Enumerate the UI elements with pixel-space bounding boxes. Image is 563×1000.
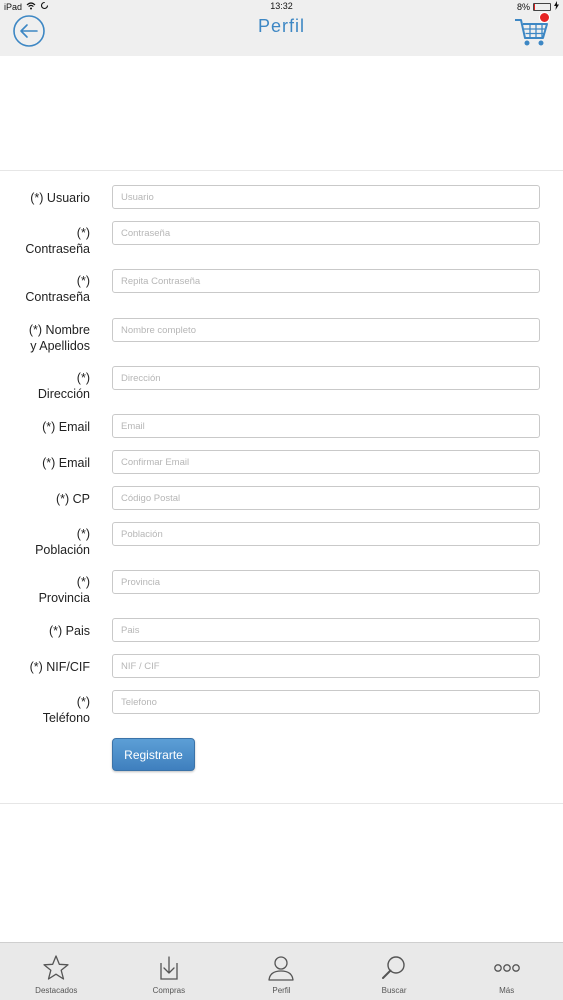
battery-icon — [533, 2, 551, 11]
status-bar: iPad 13:32 8% — [0, 0, 563, 14]
page-title: Perfil — [257, 16, 305, 36]
tab-label: Buscar — [381, 986, 407, 995]
poblacion-input[interactable] — [112, 522, 540, 546]
provincia-input[interactable] — [112, 570, 540, 594]
email-label: (*) Email — [42, 420, 90, 434]
confirmar-email-label: (*) Email — [42, 456, 90, 470]
navigation-bar: Perfil — [0, 12, 563, 56]
poblacion-label: (*) Población — [35, 527, 90, 557]
direccion-label: (*) Dirección — [37, 371, 90, 401]
register-button[interactable]: Registrarte — [112, 738, 195, 771]
star-icon — [43, 955, 69, 980]
email-input[interactable] — [112, 414, 540, 438]
nif-cif-input[interactable] — [112, 654, 540, 678]
codigo-postal-label: (*) CP — [55, 492, 90, 506]
telefono-label: (*) Teléfono — [42, 695, 90, 725]
tab-label: Más — [499, 986, 515, 995]
repetir-contrasena-label: (*) Contraseña — [25, 274, 90, 304]
divider — [0, 170, 563, 171]
tab-label: Destacados — [35, 986, 78, 995]
charging-icon — [554, 1, 559, 12]
tab-perfil[interactable]: Perfil — [225, 943, 338, 1000]
nombre-apellidos-label: (*) Nombre y Apellidos — [28, 323, 90, 353]
tab-mas[interactable]: Más — [450, 943, 563, 1000]
tab-destacados[interactable]: Destacados — [0, 943, 113, 1000]
cart-button[interactable] — [513, 12, 551, 48]
direccion-input[interactable] — [112, 366, 540, 390]
more-dots-icon — [493, 964, 520, 972]
person-icon — [268, 956, 295, 981]
nif-cif-label: (*) NIF/CIF — [29, 660, 90, 674]
tab-label: Perfil — [272, 986, 291, 995]
telefono-input[interactable] — [112, 690, 540, 714]
nombre-apellidos-input[interactable] — [112, 318, 540, 342]
confirmar-email-input[interactable] — [112, 450, 540, 474]
tab-bar: Destacados Compras Perfil Buscar Más — [0, 942, 563, 1000]
pais-input[interactable] — [112, 618, 540, 642]
usuario-label: (*) Usuario — [30, 191, 90, 205]
repetir-contrasena-input[interactable] — [112, 269, 540, 293]
contrasena-input[interactable] — [112, 221, 540, 245]
tab-compras[interactable]: Compras — [113, 943, 226, 1000]
tab-label: Compras — [152, 986, 186, 995]
pais-label: (*) Pais — [49, 624, 90, 638]
search-icon — [382, 956, 405, 979]
status-time: 13:32 — [270, 1, 293, 11]
divider — [0, 803, 563, 804]
contrasena-label: (*) Contraseña — [25, 226, 90, 256]
usuario-input[interactable] — [112, 185, 540, 209]
provincia-label: (*) Provincia — [38, 575, 90, 605]
profile-screen: iPad 13:32 8% Perfil (*) Usuario Usuario… — [0, 0, 563, 1000]
cart-badge — [539, 12, 550, 23]
tab-buscar[interactable]: Buscar — [338, 943, 451, 1000]
codigo-postal-input[interactable] — [112, 486, 540, 510]
download-tray-icon — [160, 956, 178, 980]
battery-percent: 8% — [516, 1, 530, 12]
